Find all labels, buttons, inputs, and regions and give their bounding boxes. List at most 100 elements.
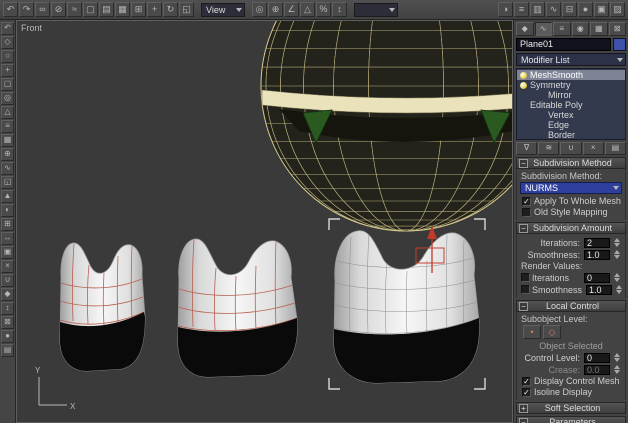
pin-stack-button[interactable]: ∇ (516, 142, 537, 155)
named-selection-dropdown[interactable] (354, 3, 398, 17)
reference-coordinate-dropdown[interactable]: View (201, 3, 245, 17)
smoothness-spinner[interactable] (612, 250, 621, 259)
left-toolbar-icon[interactable]: △ (1, 106, 14, 119)
stack-item-editable-poly[interactable]: Editable Poly (517, 100, 625, 110)
control-level-spinner[interactable] (612, 353, 621, 362)
modifier-enabled-icon[interactable] (520, 82, 527, 89)
tab-utilities[interactable]: ⊠ (609, 22, 627, 36)
display-control-mesh-checkbox[interactable]: ✓ Display Control Mesh (522, 376, 624, 386)
quick-render-icon[interactable]: ▨ (610, 2, 625, 17)
unlink-selection-icon[interactable]: ⊘ (51, 2, 66, 17)
mesh-tooth-left[interactable] (60, 243, 145, 371)
stack-item-meshsmooth[interactable]: MeshSmooth (517, 70, 625, 80)
vertex-subobject-button[interactable]: • (523, 325, 541, 339)
old-style-mapping-checkbox[interactable]: Old Style Mapping (522, 207, 624, 217)
left-toolbar-icon[interactable]: ⊠ (1, 316, 14, 329)
window-crossing-icon[interactable]: ⊞ (131, 2, 146, 17)
subdivision-method-dropdown[interactable]: NURMS (520, 182, 622, 194)
left-toolbar-icon[interactable]: ▲ (1, 190, 14, 203)
render-smoothness-spinner[interactable] (614, 285, 623, 294)
crease-spinner[interactable] (612, 365, 621, 374)
render-iterations-spinner[interactable] (612, 273, 621, 282)
left-toolbar-icon[interactable]: ↶ (1, 22, 14, 35)
modifier-list-dropdown[interactable]: Modifier List (516, 53, 626, 66)
selection-region-icon[interactable]: ▦ (115, 2, 130, 17)
select-by-name-icon[interactable]: ▤ (99, 2, 114, 17)
layer-manager-icon[interactable]: ▥ (530, 2, 545, 17)
spinner-snap-icon[interactable]: ↕ (332, 2, 347, 17)
stack-item-mirror[interactable]: Mirror (517, 90, 625, 100)
crease-input[interactable]: 0.0 (584, 365, 610, 375)
left-toolbar-icon[interactable]: ● (1, 330, 14, 343)
redo-icon[interactable]: ↷ (19, 2, 34, 17)
viewport-canvas[interactable]: X Y (17, 21, 512, 422)
tab-modify[interactable]: ∿ (535, 22, 553, 36)
object-color-swatch[interactable] (613, 38, 626, 51)
percent-snap-icon[interactable]: % (316, 2, 331, 17)
left-toolbar-icon[interactable]: ↔ (1, 232, 14, 245)
left-toolbar-icon[interactable]: ○ (1, 50, 14, 63)
left-toolbar-icon[interactable]: ▣ (1, 246, 14, 259)
angle-snap-icon[interactable]: △ (300, 2, 315, 17)
select-and-rotate-icon[interactable]: ↻ (163, 2, 178, 17)
iterations-spinner[interactable] (612, 238, 621, 247)
configure-modifier-sets-button[interactable]: ▤ (605, 142, 626, 155)
select-and-scale-icon[interactable]: ◱ (179, 2, 194, 17)
viewport-label[interactable]: Front (21, 23, 42, 33)
stack-item-edge[interactable]: Edge (517, 120, 625, 130)
smoothed-sphere-object[interactable] (261, 21, 512, 231)
rollout-local-control[interactable]: Local Control (516, 300, 626, 312)
edge-subobject-button[interactable]: ◇ (543, 325, 561, 339)
smoothness-input[interactable]: 1.0 (584, 250, 610, 260)
left-toolbar-icon[interactable]: ∿ (1, 162, 14, 175)
render-smoothness-input[interactable]: 1.0 (586, 285, 612, 295)
tab-motion[interactable]: ◉ (572, 22, 590, 36)
left-toolbar-icon[interactable]: ⊕ (1, 148, 14, 161)
curve-editor-icon[interactable]: ∿ (546, 2, 561, 17)
align-icon[interactable]: ≡ (514, 2, 529, 17)
select-and-link-icon[interactable]: ∞ (35, 2, 50, 17)
show-end-result-button[interactable]: ≋ (538, 142, 559, 155)
left-toolbar-icon[interactable]: × (1, 260, 14, 273)
select-and-manipulate-icon[interactable]: ⊕ (268, 2, 283, 17)
modifier-enabled-icon[interactable] (520, 72, 527, 79)
select-and-move-icon[interactable]: + (147, 2, 162, 17)
mesh-tooth-selected[interactable] (334, 231, 479, 383)
left-toolbar-icon[interactable]: ◎ (1, 92, 14, 105)
undo-icon[interactable]: ↶ (3, 2, 18, 17)
left-toolbar-icon[interactable]: ≡ (1, 120, 14, 133)
mirror-icon[interactable]: ◑ (498, 2, 513, 17)
left-toolbar-icon[interactable]: ▤ (1, 344, 14, 357)
object-name-field[interactable]: Plane01 (516, 38, 611, 51)
bind-to-spacewarp-icon[interactable]: ≈ (67, 2, 82, 17)
rollout-parameters[interactable]: Parameters (516, 416, 626, 423)
use-pivot-center-icon[interactable]: ◎ (252, 2, 267, 17)
left-toolbar-icon[interactable]: ◇ (1, 36, 14, 49)
snap-toggle-icon[interactable]: ∠ (284, 2, 299, 17)
stack-item-symmetry[interactable]: Symmetry (517, 80, 625, 90)
isoline-display-checkbox[interactable]: ✓ Isoline Display (522, 387, 624, 397)
left-toolbar-icon[interactable]: ▦ (1, 134, 14, 147)
tab-hierarchy[interactable]: ≡ (553, 22, 571, 36)
tab-display[interactable]: ▦ (590, 22, 608, 36)
select-object-icon[interactable]: ▢ (83, 2, 98, 17)
iterations-input[interactable]: 2 (584, 238, 610, 248)
rollout-subdivision-amount[interactable]: Subdivision Amount (516, 222, 626, 234)
stack-item-border[interactable]: Border (517, 130, 625, 140)
left-toolbar-icon[interactable]: ⊞ (1, 218, 14, 231)
left-toolbar-icon[interactable]: ◱ (1, 176, 14, 189)
render-smoothness-checkbox[interactable] (521, 285, 530, 294)
remove-modifier-button[interactable]: × (583, 142, 604, 155)
make-unique-button[interactable]: ∪ (560, 142, 581, 155)
front-viewport[interactable]: Front (16, 20, 513, 423)
left-toolbar-icon[interactable]: + (1, 64, 14, 77)
rollout-subdivision-method[interactable]: Subdivision Method (516, 157, 626, 169)
left-toolbar-icon[interactable]: ◐ (1, 204, 14, 217)
stack-item-vertex[interactable]: Vertex (517, 110, 625, 120)
left-toolbar-icon[interactable]: ↕ (1, 302, 14, 315)
control-level-input[interactable]: 0 (584, 353, 610, 363)
left-toolbar-icon[interactable]: ▢ (1, 78, 14, 91)
render-iterations-input[interactable]: 0 (584, 273, 610, 283)
apply-to-whole-mesh-checkbox[interactable]: ✓ Apply To Whole Mesh (522, 196, 624, 206)
mesh-tooth-middle[interactable] (178, 239, 297, 377)
